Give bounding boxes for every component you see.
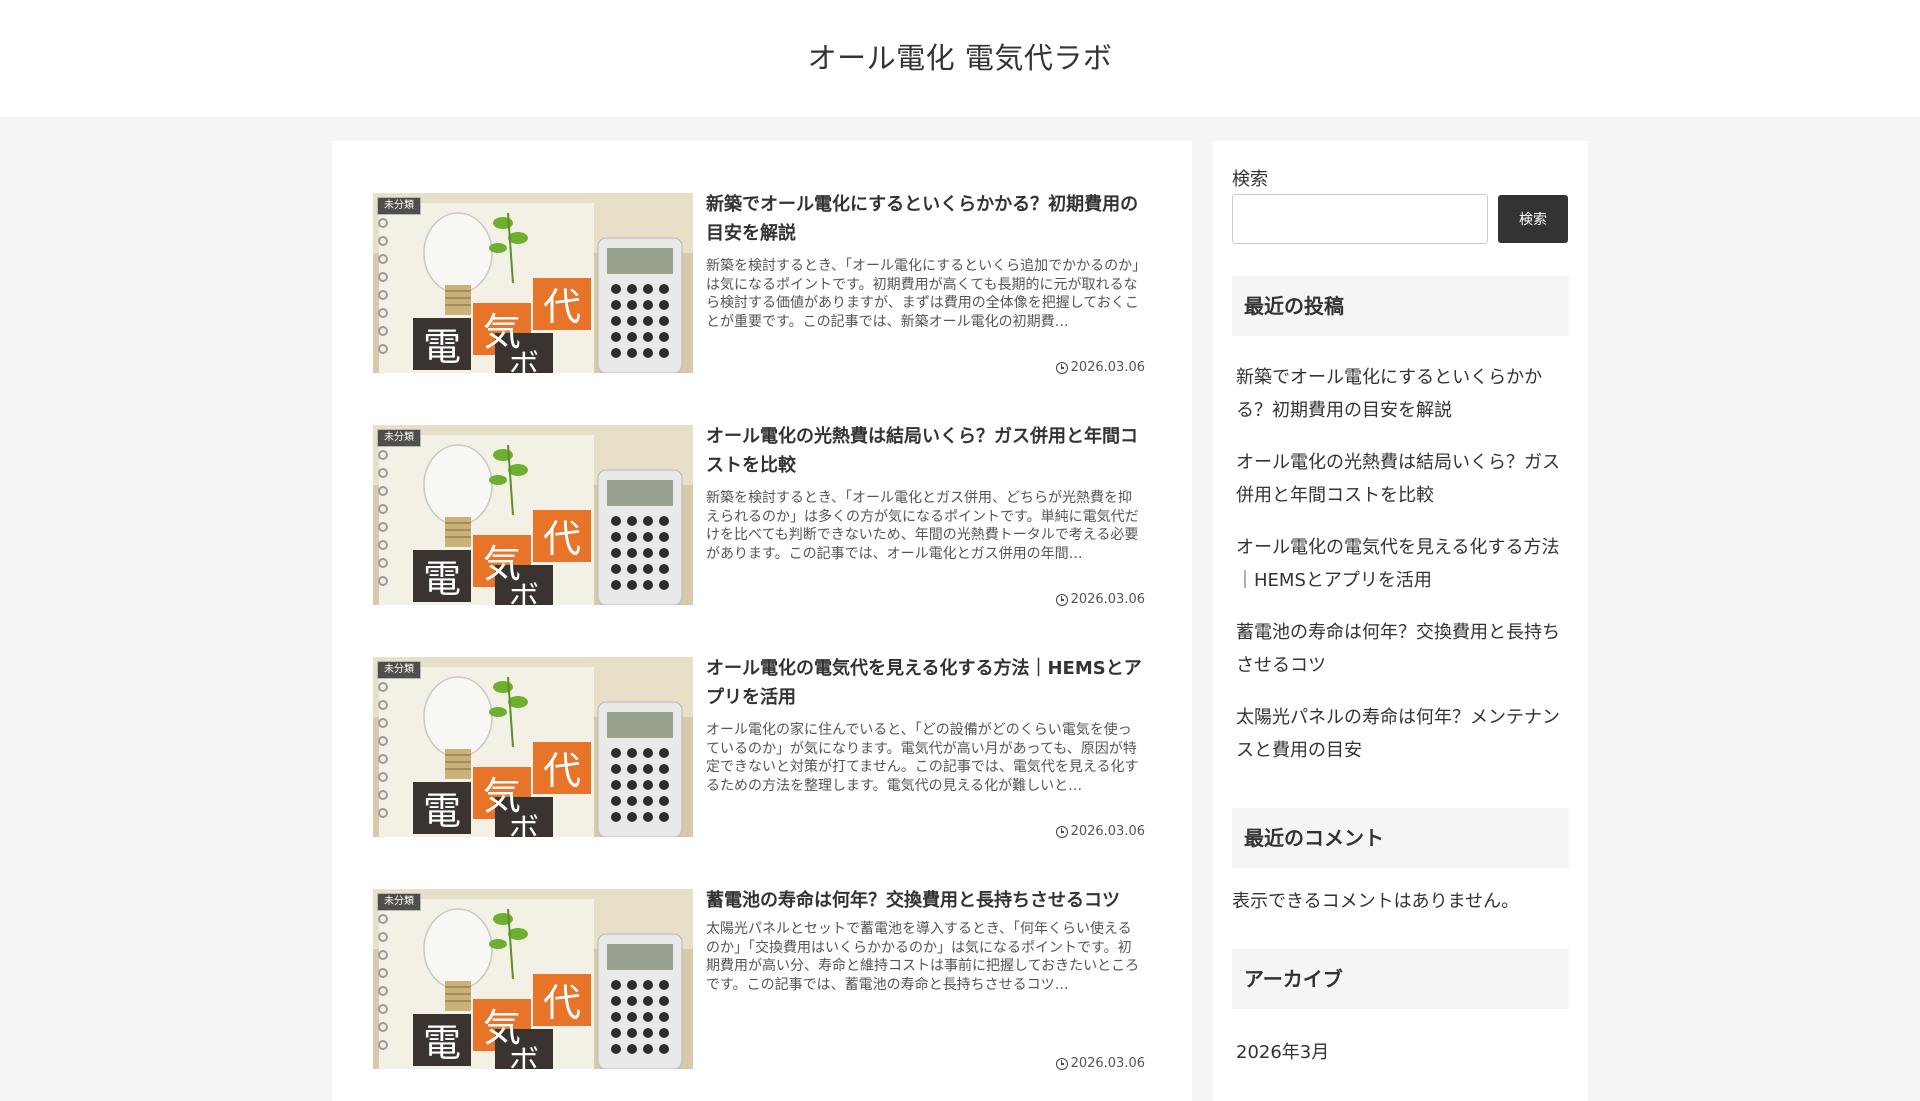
svg-text:ボ: ボ [509,580,539,605]
svg-text:電: 電 [423,789,461,833]
thumbnail-image: 電 気 代 ボ [373,193,693,373]
post-thumbnail[interactable]: 電 気 代 ボ 未分類 [373,657,693,837]
svg-text:ボ: ボ [509,1044,539,1069]
post-body: オール電化の光熱費は結局いくら？ガス併用と年間コストを比較 新築を検討するとき、… [706,422,1145,607]
post-thumbnail[interactable]: 電 気 代 ボ 未分類 [373,889,693,1069]
search-button[interactable]: 検索 [1498,195,1568,243]
post-thumbnail[interactable]: 電 気 代 ボ 未分類 [373,425,693,605]
post-card: 電 気 代 ボ 未分類 新築でオール電化にするといくらかかる？初期費用の目安を解… [373,190,1145,375]
post-title[interactable]: 蓄電池の寿命は何年？交換費用と長持ちさせるコツ [706,886,1145,915]
post-body: 新築でオール電化にするといくらかかる？初期費用の目安を解説 新築を検討するとき、… [706,190,1145,375]
recent-posts-heading: 最近の投稿 [1232,276,1569,336]
post-date-text: 2026.03.06 [1070,824,1145,839]
svg-text:ボ: ボ [509,348,539,373]
recent-comments-heading: 最近のコメント [1232,808,1569,868]
site-title[interactable]: オール電化 電気代ラボ [808,35,1113,77]
post-date: 2026.03.06 [1055,592,1145,607]
recent-post-link[interactable]: 蓄電池の寿命は何年？交換費用と長持ちさせるコツ [1236,617,1566,682]
clock-icon [1055,593,1068,606]
post-snippet: オール電化の家に住んでいると、「どの設備がどのくらい電気を使っているのか」が気に… [706,722,1139,794]
category-badge[interactable]: 未分類 [377,197,421,215]
svg-text:代: 代 [543,981,581,1025]
post-date-text: 2026.03.06 [1070,360,1145,375]
post-date: 2026.03.06 [1055,1056,1145,1071]
svg-text:代: 代 [543,517,581,561]
post-list: 電 気 代 ボ 未分類 新築でオール電化にするといくらかかる？初期費用の目安を解… [332,141,1192,1101]
recent-post-link[interactable]: 太陽光パネルの寿命は何年？メンテナンスと費用の目安 [1236,702,1566,767]
post-card: 電 気 代 ボ 未分類 オール電化の電気代を見える化する方法｜HEMSとアプリを… [373,654,1145,839]
post-date: 2026.03.06 [1055,824,1145,839]
sidebar: 検索 検索 最近の投稿 新築でオール電化にするといくらかかる？初期費用の目安を解… [1213,141,1588,1101]
thumbnail-image: 電 気 代 ボ [373,657,693,837]
svg-text:電: 電 [423,325,461,369]
recent-posts-list: 新築でオール電化にするといくらかかる？初期費用の目安を解説 オール電化の光熱費は… [1236,362,1566,787]
post-title[interactable]: オール電化の電気代を見える化する方法｜HEMSとアプリを活用 [706,654,1145,712]
post-title[interactable]: 新築でオール電化にするといくらかかる？初期費用の目安を解説 [706,190,1145,248]
category-badge[interactable]: 未分類 [377,429,421,447]
recent-post-link[interactable]: 新築でオール電化にするといくらかかる？初期費用の目安を解説 [1236,362,1566,427]
post-date-text: 2026.03.06 [1070,592,1145,607]
no-comments-text: 表示できるコメントはありません。 [1232,891,1520,912]
post-body: 蓄電池の寿命は何年？交換費用と長持ちさせるコツ 太陽光パネルとセットで蓄電池を導… [706,886,1145,1071]
archives-heading: アーカイブ [1232,949,1569,1009]
thumbnail-image: 電 気 代 ボ [373,889,693,1069]
thumbnail-image: 電 気 代 ボ [373,425,693,605]
post-snippet: 太陽光パネルとセットで蓄電池を導入するとき、「何年くらい使えるのか」「交換費用は… [706,921,1140,993]
post-body: オール電化の電気代を見える化する方法｜HEMSとアプリを活用 オール電化の家に住… [706,654,1145,839]
post-title[interactable]: オール電化の光熱費は結局いくら？ガス併用と年間コストを比較 [706,422,1145,480]
post-snippet: 新築を検討するとき、「オール電化にするといくら追加でかかるのか」は気になるポイン… [706,258,1140,330]
clock-icon [1055,825,1068,838]
post-date-text: 2026.03.06 [1070,1056,1145,1071]
clock-icon [1055,361,1068,374]
category-badge[interactable]: 未分類 [377,661,421,679]
post-card: 電 気 代 ボ 未分類 蓄電池の寿命は何年？交換費用と長持ちさせるコツ 太陽光パ… [373,886,1145,1071]
category-badge[interactable]: 未分類 [377,893,421,911]
search-input[interactable] [1232,194,1488,244]
clock-icon [1055,1057,1068,1070]
site-header: オール電化 電気代ラボ [0,0,1920,117]
svg-text:代: 代 [543,749,581,793]
svg-text:ボ: ボ [509,812,539,837]
post-thumbnail[interactable]: 電 気 代 ボ 未分類 [373,193,693,373]
post-snippet: 新築を検討するとき、「オール電化とガス併用、どちらが光熱費を抑えられるのか」は多… [706,490,1139,562]
post-date: 2026.03.06 [1055,360,1145,375]
svg-text:電: 電 [423,557,461,601]
recent-post-link[interactable]: オール電化の光熱費は結局いくら？ガス併用と年間コストを比較 [1236,447,1566,512]
search-label: 検索 [1232,169,1268,190]
recent-post-link[interactable]: オール電化の電気代を見える化する方法｜HEMSとアプリを活用 [1236,532,1566,597]
svg-text:代: 代 [543,285,581,329]
svg-text:電: 電 [423,1021,461,1065]
archive-link[interactable]: 2026年3月 [1236,1038,1329,1064]
post-card: 電 気 代 ボ 未分類 オール電化の光熱費は結局いくら？ガス併用と年間コストを比… [373,422,1145,607]
